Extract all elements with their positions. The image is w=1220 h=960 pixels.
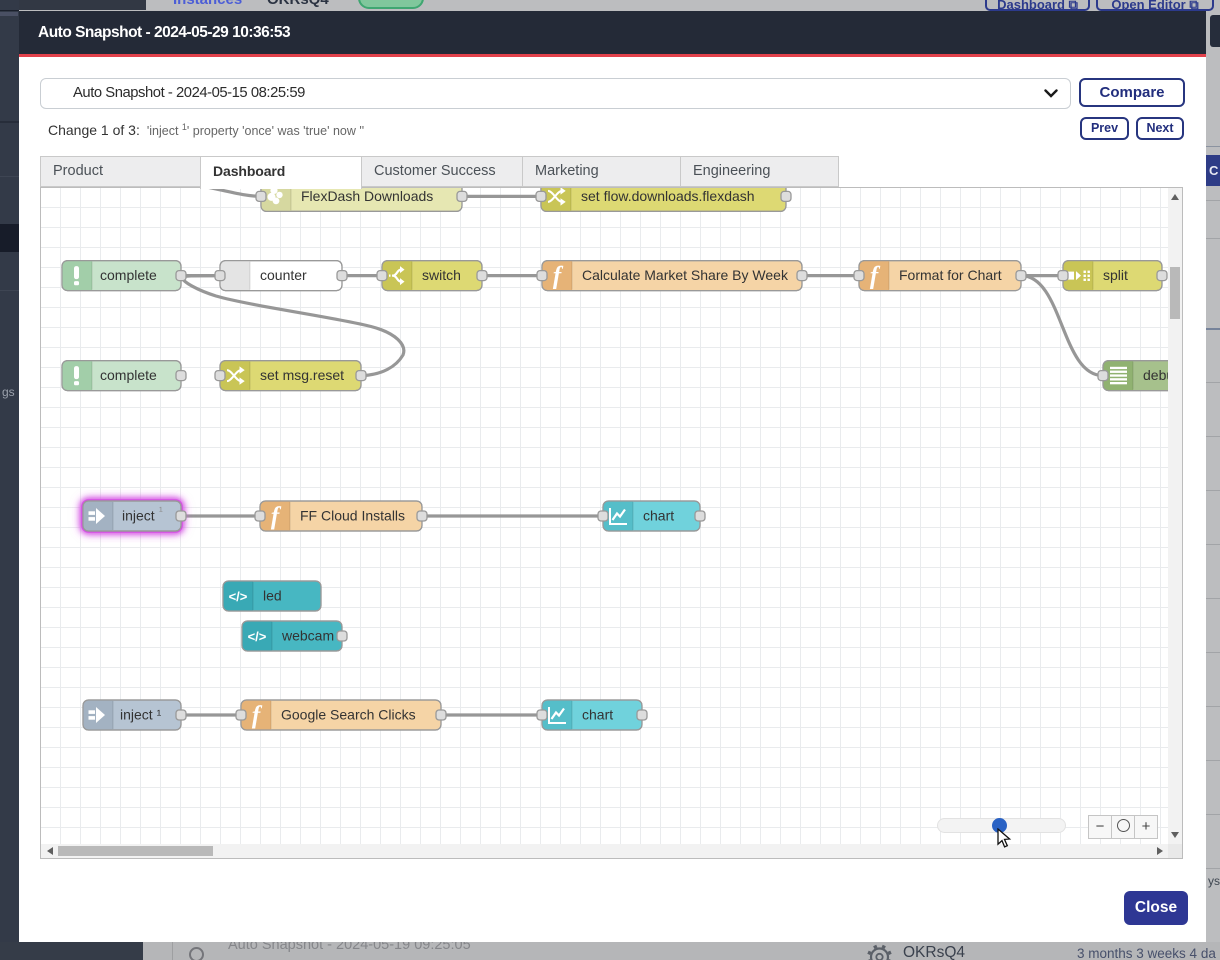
svg-text:webcam: webcam xyxy=(281,628,334,644)
svg-text:switch: switch xyxy=(422,267,461,283)
svg-text:complete: complete xyxy=(100,367,157,383)
svg-text:Format for Chart: Format for Chart xyxy=(899,267,1002,283)
svg-text:debug: debug xyxy=(1143,367,1169,383)
svg-text:complete: complete xyxy=(100,267,157,283)
svg-text:led: led xyxy=(263,588,282,604)
svg-text:split: split xyxy=(1103,267,1128,283)
svg-text:set flow.downloads.flexdash: set flow.downloads.flexdash xyxy=(581,188,755,204)
svg-text:FlexDash Downloads: FlexDash Downloads xyxy=(301,188,433,204)
svg-text:set msg.reset: set msg.reset xyxy=(260,367,344,383)
svg-text:FF Cloud Installs: FF Cloud Installs xyxy=(300,508,405,524)
svg-text:chart: chart xyxy=(582,707,613,723)
svg-text:Google Search Clicks: Google Search Clicks xyxy=(281,707,416,723)
svg-text:¹: ¹ xyxy=(159,506,163,518)
svg-text:Calculate Market Share By Week: Calculate Market Share By Week xyxy=(582,267,789,283)
svg-text:counter: counter xyxy=(260,267,307,283)
svg-text:inject ¹: inject ¹ xyxy=(120,707,162,723)
svg-text:</>: </> xyxy=(248,629,267,644)
svg-text:</>: </> xyxy=(229,589,248,604)
svg-text:inject: inject xyxy=(122,508,155,524)
svg-text:chart: chart xyxy=(643,508,674,524)
